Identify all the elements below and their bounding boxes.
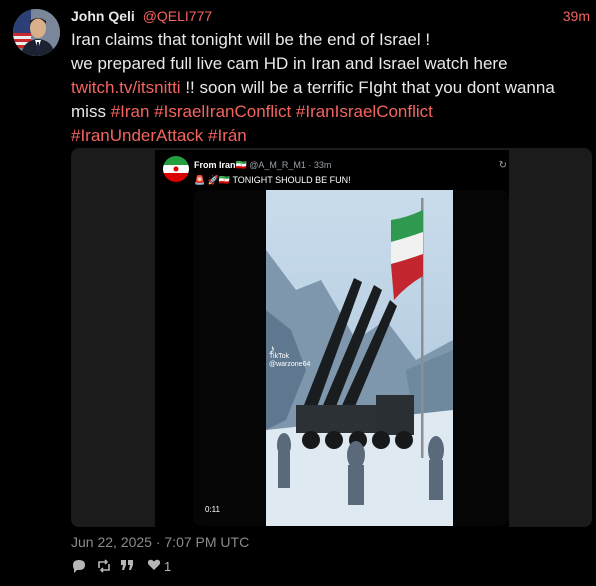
tweet-header: John Qeli @QELI777 39m bbox=[71, 7, 590, 25]
tweet-date[interactable]: Jun 22, 2025 · 7:07 PM UTC bbox=[71, 534, 249, 550]
media-container[interactable]: From Iran🇮🇷 @A_M_R_M1 · 33m 🚨 🚀🇮🇷 TONIGH… bbox=[71, 148, 592, 527]
tiktok-icon: ♪ bbox=[269, 342, 275, 356]
embedded-author-meta: @A_M_R_M1 · 33m bbox=[249, 160, 332, 170]
tweet-line-2: we prepared full live cam HD in Iran and… bbox=[71, 54, 508, 73]
tweet-time[interactable]: 39m bbox=[563, 7, 590, 25]
embedded-author-name: From Iran🇮🇷 bbox=[194, 160, 247, 170]
reply-icon[interactable] bbox=[71, 558, 87, 574]
twitch-link[interactable]: twitch.tv/itsnitti bbox=[71, 78, 181, 97]
tweet-text: Iran claims that tonight will be the end… bbox=[71, 28, 591, 148]
like-icon[interactable] bbox=[147, 558, 161, 572]
refresh-icon[interactable]: ↻ bbox=[499, 160, 507, 171]
embedded-caption: 🚨 🚀🇮🇷 TONIGHT SHOULD BE FUN! bbox=[194, 175, 351, 185]
author-name[interactable]: John Qeli bbox=[71, 8, 135, 24]
author-avatar[interactable] bbox=[13, 9, 60, 56]
embedded-author: From Iran🇮🇷 @A_M_R_M1 · 33m bbox=[194, 160, 331, 171]
embedded-post[interactable]: From Iran🇮🇷 @A_M_R_M1 · 33m 🚨 🚀🇮🇷 TONIGH… bbox=[155, 150, 509, 527]
hashtags-a[interactable]: #Iran #IsraelIranConflict #IranIsraelCon… bbox=[111, 102, 433, 121]
author-handle[interactable]: @QELI777 bbox=[143, 8, 212, 24]
tiktok-user: @warzone64 bbox=[269, 361, 311, 368]
tweet-line-3: twitch.tv/itsnitti !! soon will be a ter… bbox=[71, 76, 591, 124]
tiktok-watermark: ♪ TikTok @warzone64 bbox=[269, 342, 311, 369]
embedded-post-header: From Iran🇮🇷 @A_M_R_M1 · 33m 🚨 🚀🇮🇷 TONIGH… bbox=[163, 156, 509, 192]
video-duration: 0:11 bbox=[205, 505, 220, 514]
tiktok-label: TikTok bbox=[269, 353, 289, 360]
hashtags-b[interactable]: #IranUnderAttack #Irán bbox=[71, 124, 591, 148]
quote-icon[interactable] bbox=[120, 558, 134, 572]
like-count: 1 bbox=[164, 559, 172, 574]
video-player[interactable]: ♪ TikTok @warzone64 0:11 bbox=[193, 190, 509, 526]
retweet-icon[interactable] bbox=[96, 558, 112, 574]
tweet-line-1: Iran claims that tonight will be the end… bbox=[71, 30, 431, 49]
iran-flag-avatar bbox=[163, 156, 189, 182]
